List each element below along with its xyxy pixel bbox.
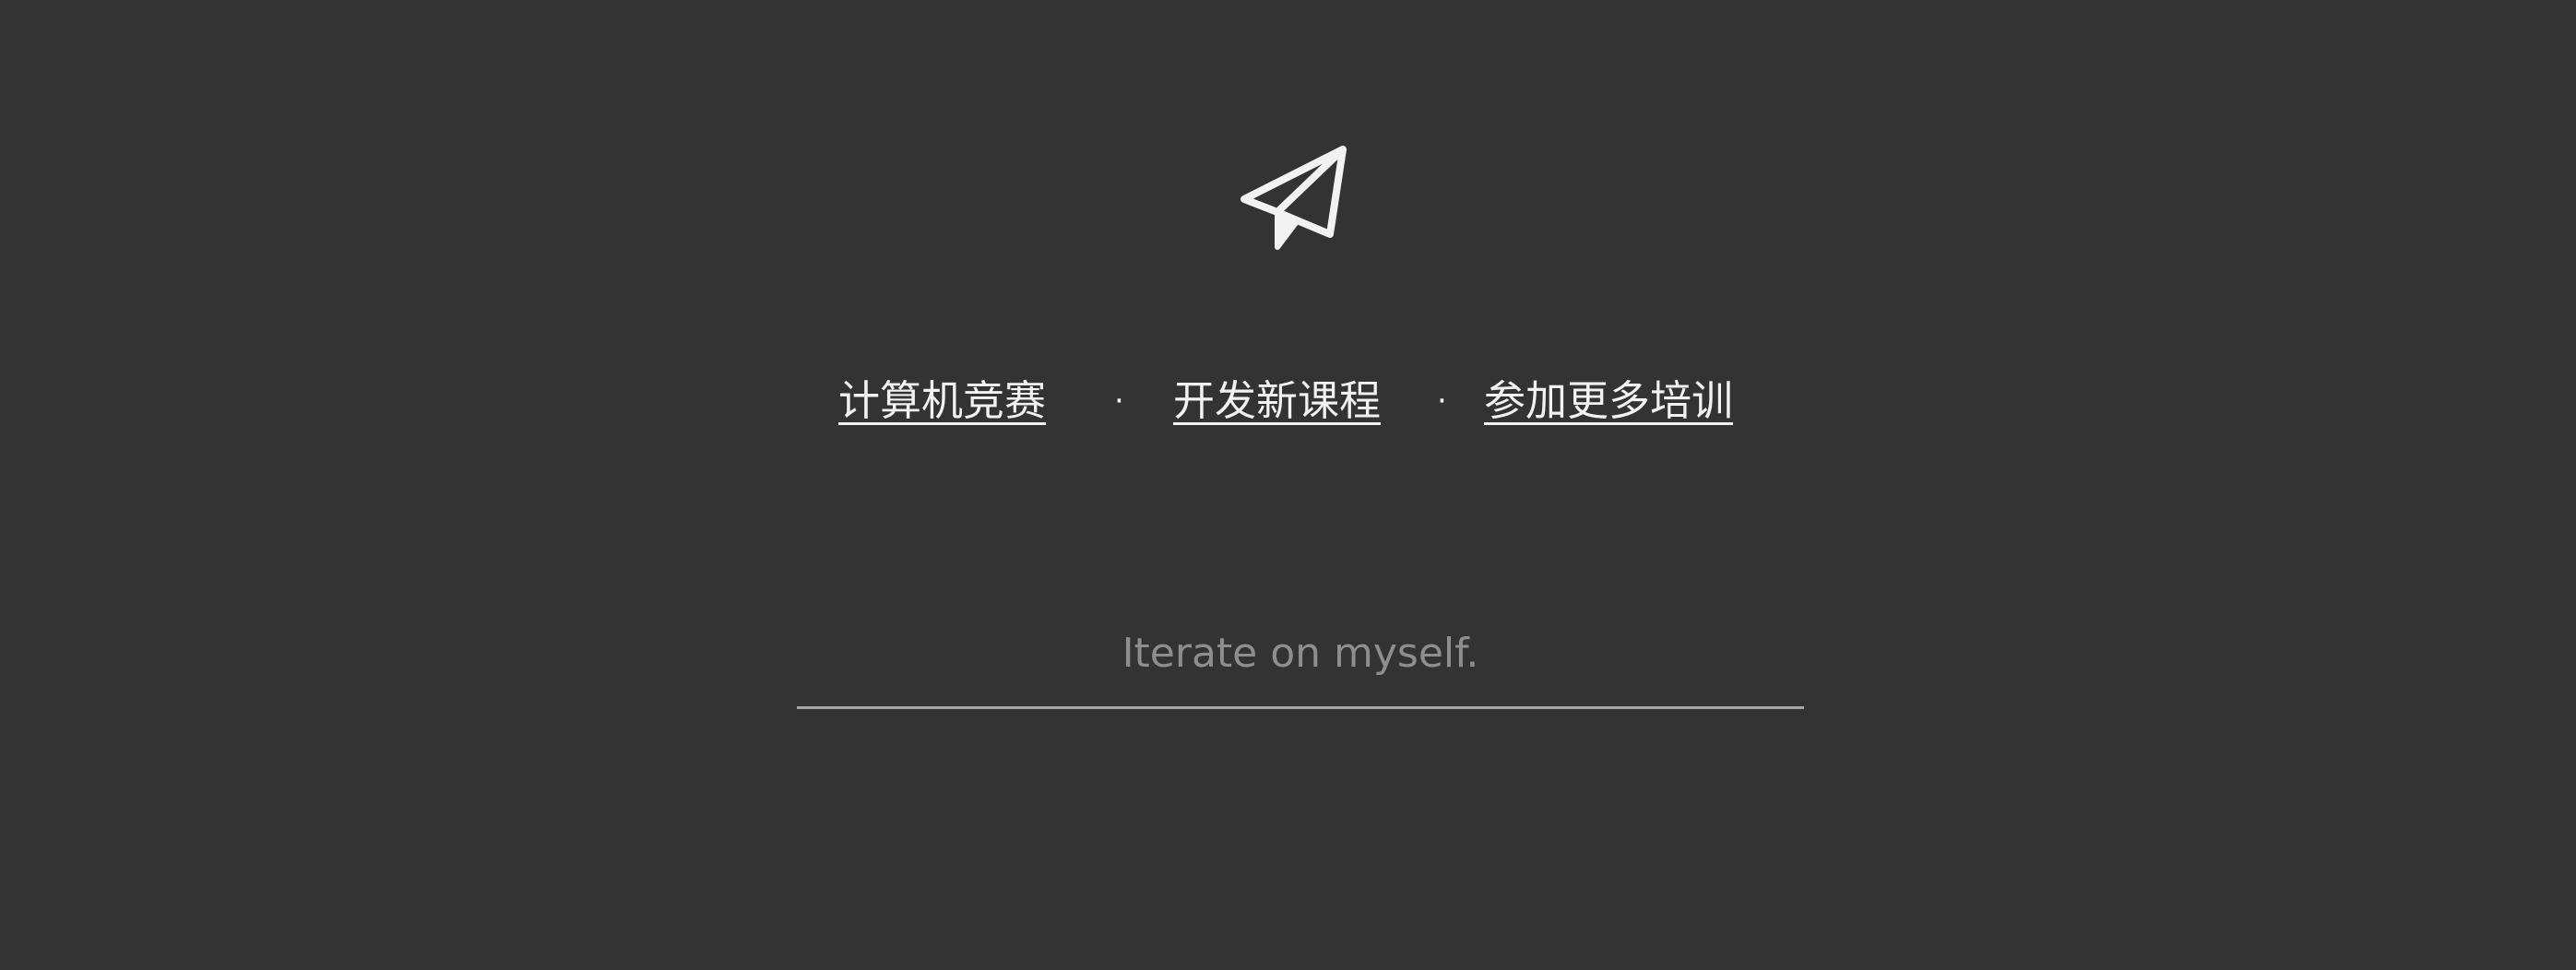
nav-separator: · [1437,383,1447,420]
nav-link-training[interactable]: 参加更多培训 [1484,373,1733,429]
nav-link-new-courses[interactable]: 开发新课程 [1173,373,1381,429]
search-input[interactable] [797,599,1804,706]
search-underline [797,706,1804,709]
logo [1237,144,1357,254]
nav-separator: · [1114,383,1124,420]
nav-link-competition[interactable]: 计算机竞赛 [838,373,1046,429]
nav-links: 计算机竞赛 · 开发新课程 · 参加更多培训 [0,373,2576,438]
paper-plane-icon [1241,146,1347,250]
search-box [797,599,1804,709]
